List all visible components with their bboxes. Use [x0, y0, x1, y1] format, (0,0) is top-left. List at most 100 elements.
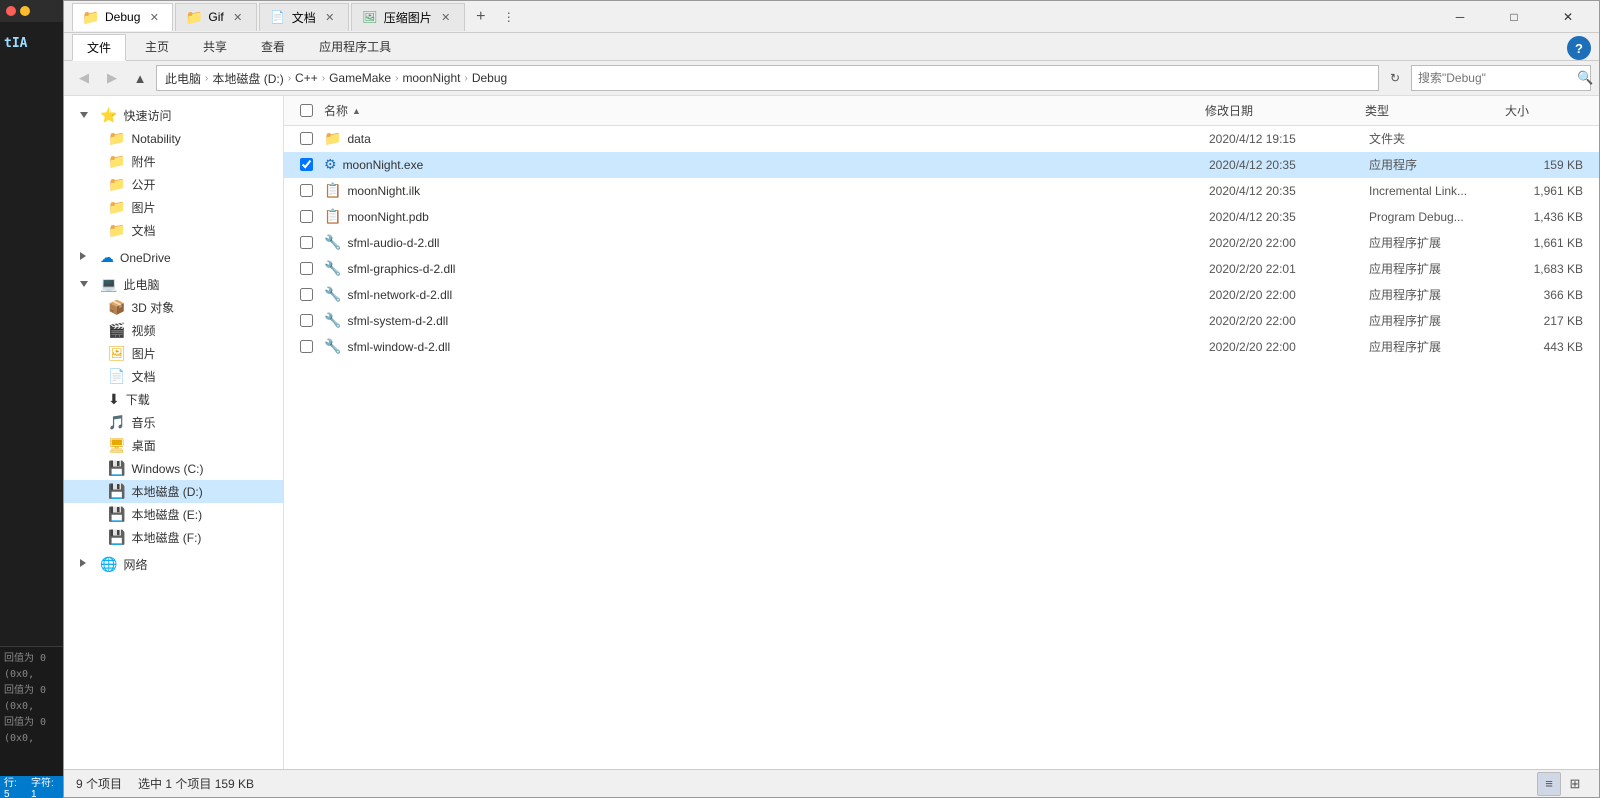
file-row-checkbox-0[interactable]: [300, 132, 313, 145]
tab-gif[interactable]: 📁 Gif ✕: [175, 3, 256, 31]
file-row[interactable]: 🔧 sfml-graphics-d-2.dll 2020/2/20 22:01 …: [284, 256, 1599, 282]
sidebar-item-drive-d[interactable]: 💾 本地磁盘 (D:): [64, 480, 283, 503]
close-button[interactable]: ✕: [1545, 1, 1591, 33]
this-pc-expand-icon: [80, 279, 92, 290]
file-row[interactable]: 📋 moonNight.pdb 2020/4/12 20:35 Program …: [284, 204, 1599, 230]
sidebar-item-desktop[interactable]: 🖥 桌面: [64, 434, 283, 457]
file-checkbox-1[interactable]: [292, 158, 320, 171]
file-row[interactable]: 📁 data 2020/4/12 19:15 文件夹: [284, 126, 1599, 152]
file-row-checkbox-2[interactable]: [300, 184, 313, 197]
help-button[interactable]: ?: [1567, 36, 1591, 60]
path-part-gamemake[interactable]: GameMake: [329, 71, 391, 85]
file-icon-4: 🔧: [324, 234, 341, 251]
sidebar-item-music[interactable]: 🎵 音乐: [64, 411, 283, 434]
file-row[interactable]: 🔧 sfml-system-d-2.dll 2020/2/20 22:00 应用…: [284, 308, 1599, 334]
path-part-d[interactable]: 本地磁盘 (D:): [212, 70, 283, 87]
file-type-4: 应用程序扩展: [1361, 234, 1501, 251]
file-row[interactable]: 🔧 sfml-audio-d-2.dll 2020/2/20 22:00 应用程…: [284, 230, 1599, 256]
more-tabs-button[interactable]: ⋮: [497, 3, 521, 31]
sidebar-pictures2-label: 图片: [132, 345, 156, 362]
pictures2-folder-icon: 🖼: [108, 345, 126, 362]
file-row[interactable]: 📋 moonNight.ilk 2020/4/12 20:35 Incremen…: [284, 178, 1599, 204]
file-checkbox-7[interactable]: [292, 314, 320, 327]
sidebar-item-drive-c[interactable]: 💾 Windows (C:): [64, 457, 283, 480]
maximize-button[interactable]: □: [1491, 1, 1537, 33]
ribbon-tab-tools[interactable]: 应用程序工具: [304, 33, 406, 60]
file-checkbox-3[interactable]: [292, 210, 320, 223]
file-row-checkbox-6[interactable]: [300, 288, 313, 301]
tab-img[interactable]: 🖼 压缩图片 ✕: [351, 3, 465, 31]
sidebar-item-documents2[interactable]: 📄 文档: [64, 365, 283, 388]
network-icon: 🌐: [100, 556, 117, 573]
file-checkbox-4[interactable]: [292, 236, 320, 249]
path-part-pc[interactable]: 此电脑: [165, 70, 201, 87]
view-details-button[interactable]: ≡: [1537, 772, 1561, 796]
network-expand-icon: [80, 559, 92, 570]
tab-debug-close[interactable]: ✕: [146, 9, 162, 25]
sidebar-item-public[interactable]: 📁 公开: [64, 173, 283, 196]
file-row[interactable]: ⚙ moonNight.exe 2020/4/12 20:35 应用程序 159…: [284, 152, 1599, 178]
ribbon-tab-home[interactable]: 主页: [130, 33, 184, 60]
ribbon-tab-file[interactable]: 文件: [72, 34, 126, 61]
file-row[interactable]: 🔧 sfml-network-d-2.dll 2020/2/20 22:00 应…: [284, 282, 1599, 308]
col-header-size[interactable]: 大小: [1501, 96, 1591, 125]
sidebar-item-documents[interactable]: 📁 文档: [64, 219, 283, 242]
sidebar-item-videos[interactable]: 🎬 视频: [64, 319, 283, 342]
sidebar-item-drive-f[interactable]: 💾 本地磁盘 (F:): [64, 526, 283, 549]
sidebar-item-3d[interactable]: 📦 3D 对象: [64, 296, 283, 319]
new-tab-button[interactable]: +: [467, 3, 495, 31]
tab-img-close[interactable]: ✕: [438, 9, 454, 25]
sidebar-item-notability[interactable]: 📁 Notability: [64, 127, 283, 150]
view-large-icon-button[interactable]: ⊞: [1563, 772, 1587, 796]
file-row-checkbox-1[interactable]: [300, 158, 313, 171]
file-row[interactable]: 🔧 sfml-window-d-2.dll 2020/2/20 22:00 应用…: [284, 334, 1599, 360]
output-line-2: 回值为 0 (0x0,: [4, 683, 59, 715]
file-checkbox-5[interactable]: [292, 262, 320, 275]
file-row-checkbox-8[interactable]: [300, 340, 313, 353]
ribbon-tab-view[interactable]: 查看: [246, 33, 300, 60]
file-row-checkbox-7[interactable]: [300, 314, 313, 327]
col-header-type[interactable]: 类型: [1361, 96, 1501, 125]
sidebar-quick-access-header[interactable]: ⭐ 快速访问: [64, 104, 283, 127]
select-all-checkbox[interactable]: [300, 104, 313, 117]
col-header-name[interactable]: 名称 ▲: [320, 96, 1201, 125]
sidebar-item-downloads[interactable]: ⬇ 下载: [64, 388, 283, 411]
tab-gif-close[interactable]: ✕: [230, 9, 246, 25]
path-sep-2: ›: [288, 73, 291, 84]
file-row-checkbox-4[interactable]: [300, 236, 313, 249]
address-path[interactable]: 此电脑 › 本地磁盘 (D:) › C++ › GameMake › moonN…: [156, 65, 1379, 91]
path-part-cpp[interactable]: C++: [295, 71, 318, 85]
sidebar-music-label: 音乐: [131, 414, 155, 431]
file-row-checkbox-5[interactable]: [300, 262, 313, 275]
tab-doc[interactable]: 📄 文档 ✕: [259, 3, 349, 31]
file-type-1: 应用程序: [1361, 156, 1501, 173]
back-button[interactable]: ◀: [72, 66, 96, 90]
file-checkbox-6[interactable]: [292, 288, 320, 301]
sidebar-item-attachments[interactable]: 📁 附件: [64, 150, 283, 173]
path-part-moonnight[interactable]: moonNight: [402, 71, 460, 85]
file-checkbox-0[interactable]: [292, 132, 320, 145]
file-checkbox-8[interactable]: [292, 340, 320, 353]
tab-doc-close[interactable]: ✕: [322, 9, 338, 25]
forward-button[interactable]: ▶: [100, 66, 124, 90]
header-checkbox-col: [292, 104, 320, 117]
up-button[interactable]: ▲: [128, 66, 152, 90]
pictures-folder-icon: 📁: [108, 199, 125, 216]
sidebar-item-drive-e[interactable]: 💾 本地磁盘 (E:): [64, 503, 283, 526]
sidebar: ⭐ 快速访问 📁 Notability 📁 附件 📁 公开 📁: [64, 96, 284, 769]
sidebar-network[interactable]: 🌐 网络: [64, 553, 283, 576]
sidebar-item-pictures[interactable]: 📁 图片: [64, 196, 283, 219]
col-name-label: 名称: [324, 102, 348, 119]
tab-debug[interactable]: 📁 Debug ✕: [72, 3, 173, 31]
file-row-checkbox-3[interactable]: [300, 210, 313, 223]
refresh-button[interactable]: ↻: [1383, 66, 1407, 90]
search-input[interactable]: [1418, 71, 1573, 85]
ribbon-tab-share[interactable]: 共享: [188, 33, 242, 60]
file-checkbox-2[interactable]: [292, 184, 320, 197]
sidebar-onedrive[interactable]: ☁ OneDrive: [64, 246, 283, 269]
sidebar-item-pictures2[interactable]: 🖼 图片: [64, 342, 283, 365]
minimize-button[interactable]: ─: [1437, 1, 1483, 33]
col-header-date[interactable]: 修改日期: [1201, 96, 1361, 125]
sidebar-this-pc[interactable]: 💻 此电脑: [64, 273, 283, 296]
path-part-debug[interactable]: Debug: [472, 71, 507, 85]
